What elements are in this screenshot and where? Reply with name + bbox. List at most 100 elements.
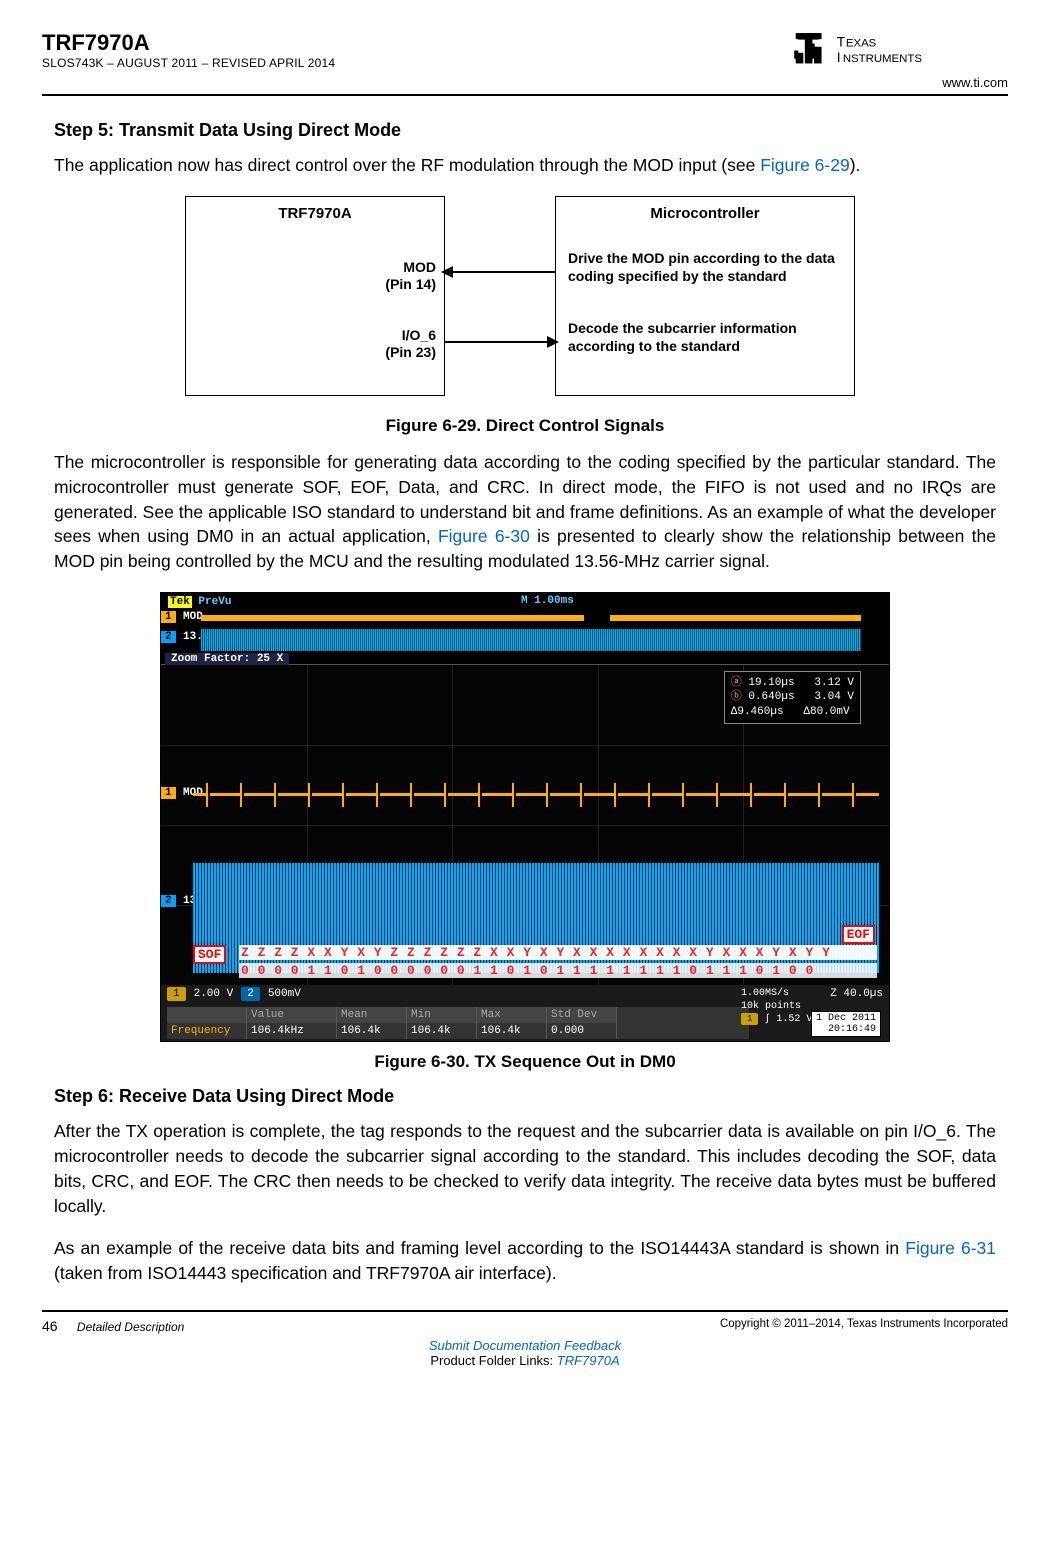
svg-text:I: I	[837, 50, 841, 65]
scope-main: ⓐ 19.10µs 3.12 V ⓑ 0.640µs 3.04 V Δ9.460…	[161, 665, 889, 985]
ti-logo-icon: T EXAS I NSTRUMENTS	[778, 30, 1008, 73]
ti-site-link[interactable]: www.ti.com	[778, 75, 1008, 90]
scope-m-scale: M 1.00ms	[521, 595, 574, 607]
mid-paragraph: The microcontroller is responsible for g…	[54, 450, 996, 574]
tbl-h4: Max	[477, 1007, 547, 1023]
tbl-h2: Mean	[337, 1007, 407, 1023]
trf7970a-box-title: TRF7970A	[186, 205, 444, 222]
sof-annotation: SOF	[193, 945, 226, 964]
sample-rate: 1.00MS/s	[741, 987, 881, 1000]
scope-ch2-badge: 2	[161, 631, 176, 643]
device-id: TRF7970A	[42, 30, 335, 56]
page-footer: 46 Detailed Description Copyright © 2011…	[42, 1310, 1008, 1334]
mod-pin-name: MOD	[403, 259, 436, 275]
mcu-io6-text: Decode the subcarrier information accord…	[568, 319, 854, 355]
microcontroller-box: Microcontroller Drive the MOD pin accord…	[555, 196, 855, 396]
zoom-factor: Zoom Factor: 25 X	[165, 653, 289, 665]
overview-carrier-wave	[201, 629, 861, 651]
ch2-pill: 2	[241, 987, 260, 1001]
svg-text:EXAS: EXAS	[846, 38, 877, 50]
prevu-text: PreVu	[198, 596, 231, 608]
scope-bottom-bar: 1 2.00 V 2 500mV Z 40.0µs Value Mean Min…	[161, 985, 889, 1041]
mod-waveform	[193, 783, 879, 807]
figure-6-30-caption: Figure 6-30. TX Sequence Out in DM0	[54, 1052, 996, 1072]
annotation-bits: 0 0 0 0 1 1 0 1 0 0 0 0 0 0 1 1 0 1 0 1 …	[239, 963, 877, 978]
figure-6-29-caption: Figure 6-29. Direct Control Signals	[54, 416, 996, 436]
product-folder-pre: Product Folder Links:	[430, 1353, 556, 1368]
figure-6-30-link[interactable]: Figure 6-30	[438, 526, 530, 546]
svg-text:NSTRUMENTS: NSTRUMENTS	[843, 53, 923, 65]
tbl-r3: 106.4k	[407, 1023, 477, 1039]
footer-links: Submit Documentation Feedback Product Fo…	[42, 1338, 1008, 1368]
tbl-r1: 106.4kHz	[247, 1023, 337, 1039]
eof-annotation: EOF	[842, 925, 875, 944]
meas-b-volt: 3.04 V	[814, 691, 854, 703]
scope-ch1-badge: 1	[161, 611, 176, 623]
trig-level: 1.52 V	[776, 1014, 812, 1025]
ch1-pill: 1	[167, 987, 186, 1001]
trig-ch-pill: 1	[741, 1013, 758, 1025]
step6-para2-post: (taken from ISO14443 specification and T…	[54, 1263, 557, 1283]
page-number: 46	[42, 1318, 58, 1334]
tbl-r0: Frequency	[167, 1023, 247, 1039]
step6-para2: As an example of the receive data bits a…	[54, 1236, 996, 1286]
io6-pin-name: I/O_6	[402, 327, 436, 343]
freq-table: Value Mean Min Max Std Dev Frequency 106…	[167, 1007, 749, 1039]
arrow-mod-head-icon	[441, 266, 453, 278]
scope-date-box: 1 Dec 2011 20:16:49	[811, 1011, 881, 1037]
scope-ch1-label: MOD	[183, 611, 203, 623]
tbl-r4: 106.4k	[477, 1023, 547, 1039]
annotation-letters: Z Z Z Z X X Y X Y Z Z Z Z Z Z X X Y X Y …	[239, 945, 877, 960]
step5-title: Step 5: Transmit Data Using Direct Mode	[54, 120, 996, 141]
scope-time: 20:16:49	[828, 1024, 876, 1035]
footer-section: Detailed Description	[77, 1320, 184, 1334]
doc-revision: SLOS743K – AUGUST 2011 – REVISED APRIL 2…	[42, 56, 335, 70]
scope-main-ch1-badge: 1	[161, 787, 176, 799]
meas-b-time: 0.640µs	[748, 691, 794, 703]
submit-feedback-link[interactable]: Submit Documentation Feedback	[429, 1338, 621, 1353]
meas-delta-time: Δ9.460µs	[731, 706, 784, 718]
product-folder-link[interactable]: TRF7970A	[557, 1353, 620, 1368]
tbl-r5: 0.000	[547, 1023, 617, 1039]
scope-date: 1 Dec 2011	[816, 1013, 876, 1024]
tbl-h3: Min	[407, 1007, 477, 1023]
figure-6-29-diagram: TRF7970A MOD (Pin 14) I/O_6 (Pin 23) Mic…	[185, 196, 865, 406]
step5-para-pre: The application now has direct control o…	[54, 155, 760, 175]
tbl-h0	[167, 1007, 247, 1023]
scope-overview: Tek PreVu M 1.00ms 1 MOD 2 13.56_CARRIER…	[161, 593, 889, 665]
trf7970a-box: TRF7970A MOD (Pin 14) I/O_6 (Pin 23)	[185, 196, 445, 396]
arrow-io6-head-icon	[547, 336, 559, 348]
scope-main-ch2-badge: 2	[161, 895, 176, 907]
overview-mod-wave	[201, 615, 861, 621]
meas-a-time: 19.10µs	[748, 677, 794, 689]
arrow-io6	[445, 341, 555, 343]
io6-pin-number: (Pin 23)	[385, 344, 436, 360]
tbl-h5: Std Dev	[547, 1007, 617, 1023]
step5-para-post: ).	[850, 155, 861, 175]
step6-para1: After the TX operation is complete, the …	[54, 1119, 996, 1218]
ch1-vdiv: 2.00 V	[194, 988, 234, 1000]
tek-badge: Tek	[168, 596, 192, 608]
footer-copyright: Copyright © 2011–2014, Texas Instruments…	[720, 1318, 1008, 1334]
mcu-mod-text: Drive the MOD pin according to the data …	[568, 249, 854, 285]
microcontroller-box-title: Microcontroller	[556, 205, 854, 222]
step6-title: Step 6: Receive Data Using Direct Mode	[54, 1086, 996, 1107]
measurement-box: ⓐ 19.10µs 3.12 V ⓑ 0.640µs 3.04 V Δ9.460…	[724, 671, 861, 724]
figure-6-31-link[interactable]: Figure 6-31	[905, 1238, 996, 1258]
page-header: TRF7970A SLOS743K – AUGUST 2011 – REVISE…	[42, 30, 1008, 96]
figure-6-30-scope: Tek PreVu M 1.00ms 1 MOD 2 13.56_CARRIER…	[160, 592, 890, 1042]
tbl-r2: 106.4k	[337, 1023, 407, 1039]
figure-6-29-link[interactable]: Figure 6-29	[760, 155, 850, 175]
io6-pin-label: I/O_6 (Pin 23)	[385, 327, 436, 362]
meas-a-volt: 3.12 V	[814, 677, 854, 689]
step6-para2-pre: As an example of the receive data bits a…	[54, 1238, 905, 1258]
arrow-mod	[445, 271, 555, 273]
svg-text:T: T	[837, 35, 846, 50]
mod-pin-label: MOD (Pin 14)	[385, 259, 436, 294]
tbl-h1: Value	[247, 1007, 337, 1023]
ch2-vdiv: 500mV	[268, 988, 301, 1000]
mod-pin-number: (Pin 14)	[385, 276, 436, 292]
meas-delta-volt: Δ80.0mV	[803, 706, 849, 718]
step5-paragraph: The application now has direct control o…	[54, 153, 996, 178]
scope-prevu-label: Tek PreVu	[165, 595, 234, 609]
